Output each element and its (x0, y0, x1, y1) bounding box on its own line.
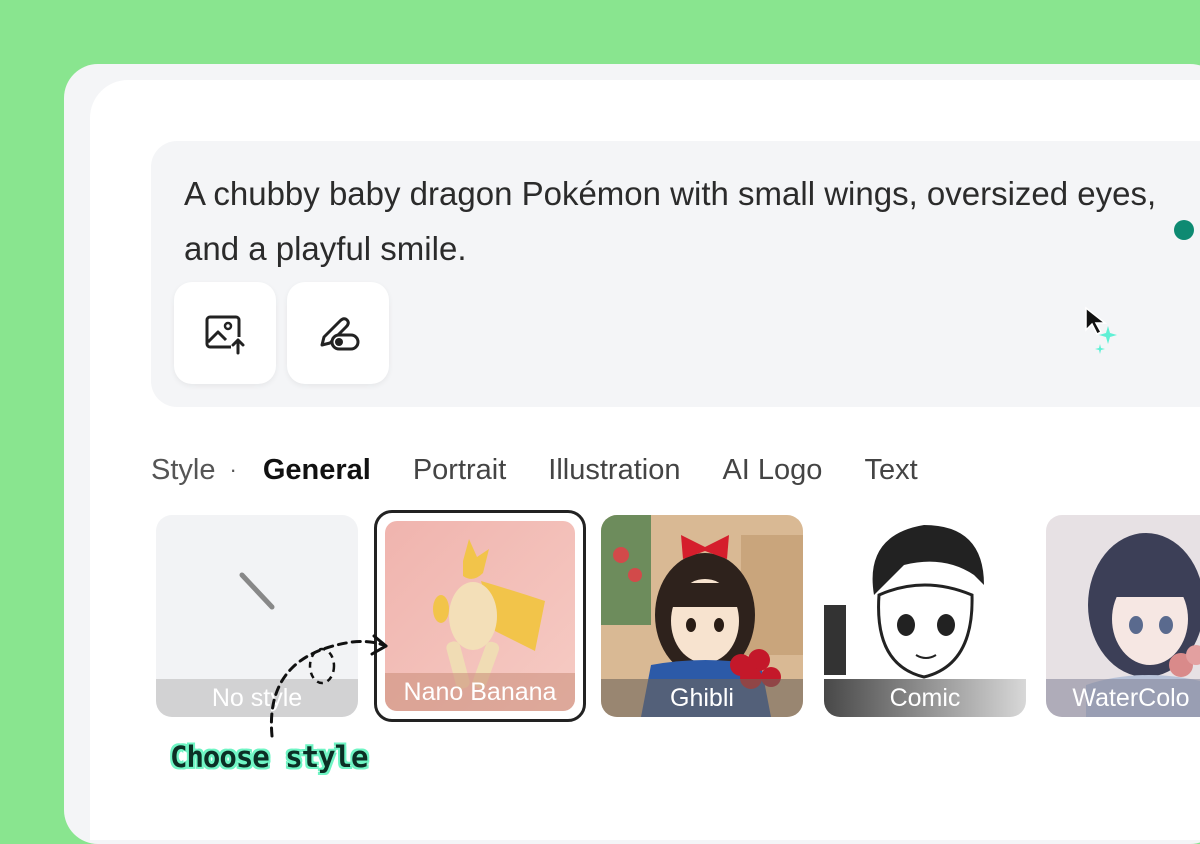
choose-style-annotation: Choose style (170, 740, 369, 774)
style-label-watercolor: WaterColo (1046, 679, 1200, 717)
style-card-nano-banana[interactable]: Nano Banana (374, 510, 586, 722)
annotation-arrow-icon (269, 634, 388, 738)
image-upload-icon (205, 315, 245, 355)
prompt-input[interactable]: A chubby baby dragon Pokémon with small … (184, 166, 1184, 276)
brush-toggle-button[interactable] (287, 282, 389, 384)
tab-portrait[interactable]: Portrait (413, 454, 506, 487)
brush-toggle-icon (320, 317, 360, 351)
tab-text[interactable]: Text (864, 454, 917, 487)
style-card-ghibli[interactable]: Ghibli (601, 515, 803, 717)
style-tabs: Style · General Portrait Illustration AI… (151, 450, 960, 490)
style-label-nano-banana: Nano Banana (385, 673, 575, 711)
tab-ai-logo[interactable]: AI Logo (722, 454, 822, 487)
sparkle-icon (1095, 326, 1117, 354)
status-dot (1174, 220, 1194, 240)
tab-illustration[interactable]: Illustration (548, 454, 680, 487)
style-card-comic[interactable]: Comic (824, 515, 1026, 717)
style-card-watercolor[interactable]: WaterColo (1046, 515, 1200, 717)
separator-dot: · (229, 457, 237, 482)
style-label-comic: Comic (824, 679, 1026, 717)
image-upload-button[interactable] (174, 282, 276, 384)
tab-general[interactable]: General (263, 454, 371, 487)
style-label-ghibli: Ghibli (601, 679, 803, 717)
style-label: Style (151, 453, 216, 486)
